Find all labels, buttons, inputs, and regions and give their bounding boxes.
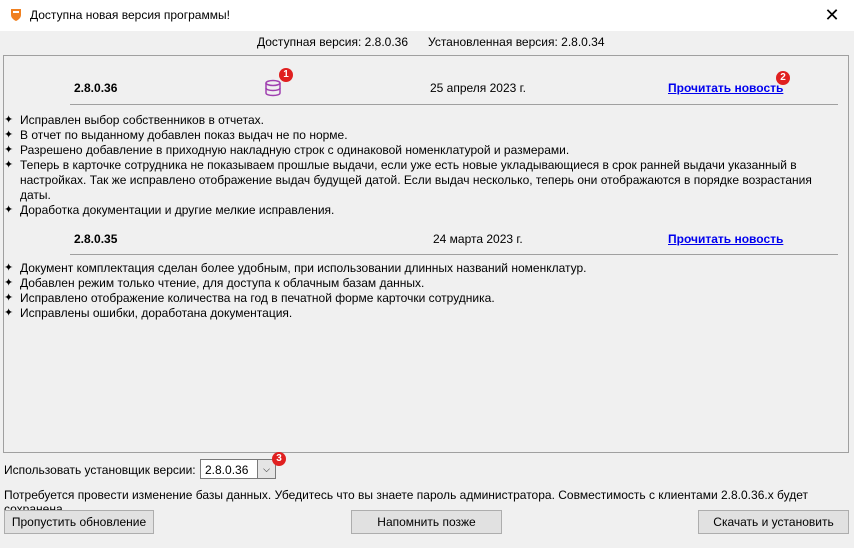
release-date: 24 марта 2023 г. — [433, 232, 523, 246]
bullet-icon: ✦ — [4, 144, 14, 156]
installer-label: Использовать установщик версии: — [4, 463, 196, 477]
list-item: ✦ Документ комплектация сделан более удоб… — [4, 261, 587, 275]
changes-list-2: ✦ Документ комплектация сделан более удоб… — [4, 261, 834, 321]
read-news-link[interactable]: Прочитать новость — [668, 81, 783, 95]
bullet-icon: ✦ — [4, 129, 14, 141]
list-item: ✦ Исправлено отображение количества на го… — [4, 291, 495, 305]
list-item: ✦ Исправлен выбор собственников в отчетах… — [4, 113, 264, 127]
installer-selected-value: 2.8.0.36 — [205, 463, 249, 477]
release-version: 2.8.0.36 — [74, 81, 118, 95]
separator — [70, 254, 838, 255]
list-item: ✦ В отчет по выданному добавлен показ выд… — [4, 128, 348, 142]
list-item: ✦ Теперь в карточке сотрудника не показыв… — [4, 158, 812, 202]
app-shield-icon — [11, 9, 21, 21]
installed-version: Установленная версия: 2.8.0.34 — [428, 35, 605, 49]
read-news-link[interactable]: Прочитать новость — [668, 232, 783, 246]
window-title: Доступна новая версия программы! — [30, 8, 230, 22]
skip-update-button[interactable]: Пропустить обновление — [4, 510, 154, 534]
badge-2: 2 — [776, 71, 790, 85]
release-date: 25 апреля 2023 г. — [430, 81, 526, 95]
release-version: 2.8.0.35 — [74, 232, 118, 246]
bullet-icon: ✦ — [4, 277, 14, 289]
title-bar: Доступна новая версия программы! ✕ — [0, 0, 854, 31]
download-install-button[interactable]: Скачать и установить — [698, 510, 849, 534]
list-item: ✦ Исправлены ошибки, доработана документа… — [4, 306, 293, 320]
close-button[interactable]: ✕ — [810, 0, 854, 31]
bullet-icon: ✦ — [4, 262, 14, 274]
installer-version-select[interactable]: 2.8.0.36 ⌵ — [200, 459, 276, 479]
badge-3: 3 — [272, 452, 286, 466]
database-icon — [265, 79, 281, 97]
bullet-icon: ✦ — [4, 292, 14, 304]
list-item: ✦ Разрешено добавление в приходную наклад… — [4, 143, 570, 157]
bullet-icon: ✦ — [4, 114, 14, 126]
changes-list-1: ✦ Исправлен выбор собственников в отчетах… — [4, 113, 834, 218]
bullet-icon: ✦ — [4, 159, 14, 171]
separator — [70, 104, 838, 105]
bullet-icon: ✦ — [4, 204, 14, 216]
available-version: Доступная версия: 2.8.0.36 — [257, 35, 409, 49]
list-item: ✦ Доработка документации и другие мелкие … — [4, 203, 335, 217]
list-item: ✦ Добавлен режим только чтение, для досту… — [4, 276, 425, 290]
bullet-icon: ✦ — [4, 307, 14, 319]
remind-later-button[interactable]: Напомнить позже — [351, 510, 502, 534]
badge-1: 1 — [279, 68, 293, 82]
